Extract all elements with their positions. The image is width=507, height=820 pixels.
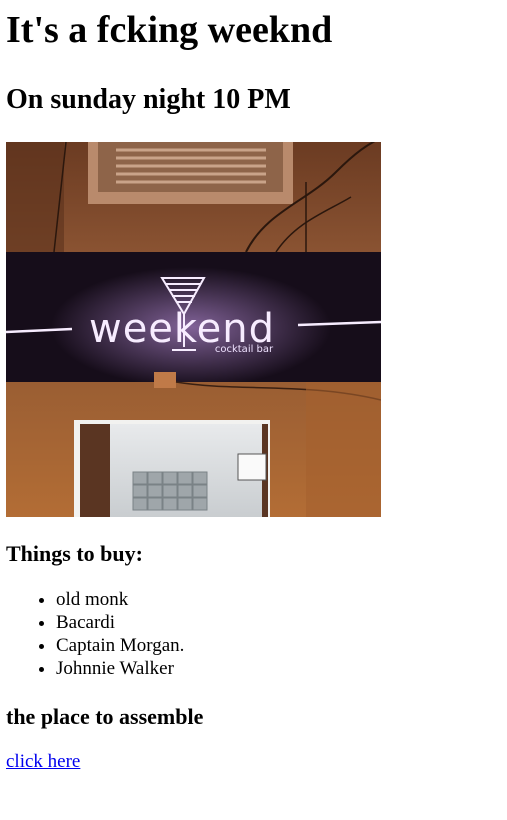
bar-entrance-photo: weekend cocktail bar [6,142,381,517]
list-item: old monk [56,588,501,611]
list-item: Bacardi [56,611,501,634]
shopping-list: old monk Bacardi Captain Morgan. Johnnie… [6,588,501,680]
page-title: It's a fcking weeknd [6,9,333,51]
place-heading: the place to assemble [6,704,204,729]
page-content: It's a fcking weeknd On sunday night 10 … [0,0,507,773]
place-link[interactable]: click here [6,751,80,773]
things-to-buy-heading: Things to buy: [6,541,143,566]
event-time-heading: On sunday night 10 PM [6,84,291,115]
list-item: Captain Morgan. [56,634,501,657]
bar-photo-drawing: weekend cocktail bar [6,142,381,517]
list-item: Johnnie Walker [56,657,501,680]
sign-subtext: cocktail bar [215,344,274,355]
